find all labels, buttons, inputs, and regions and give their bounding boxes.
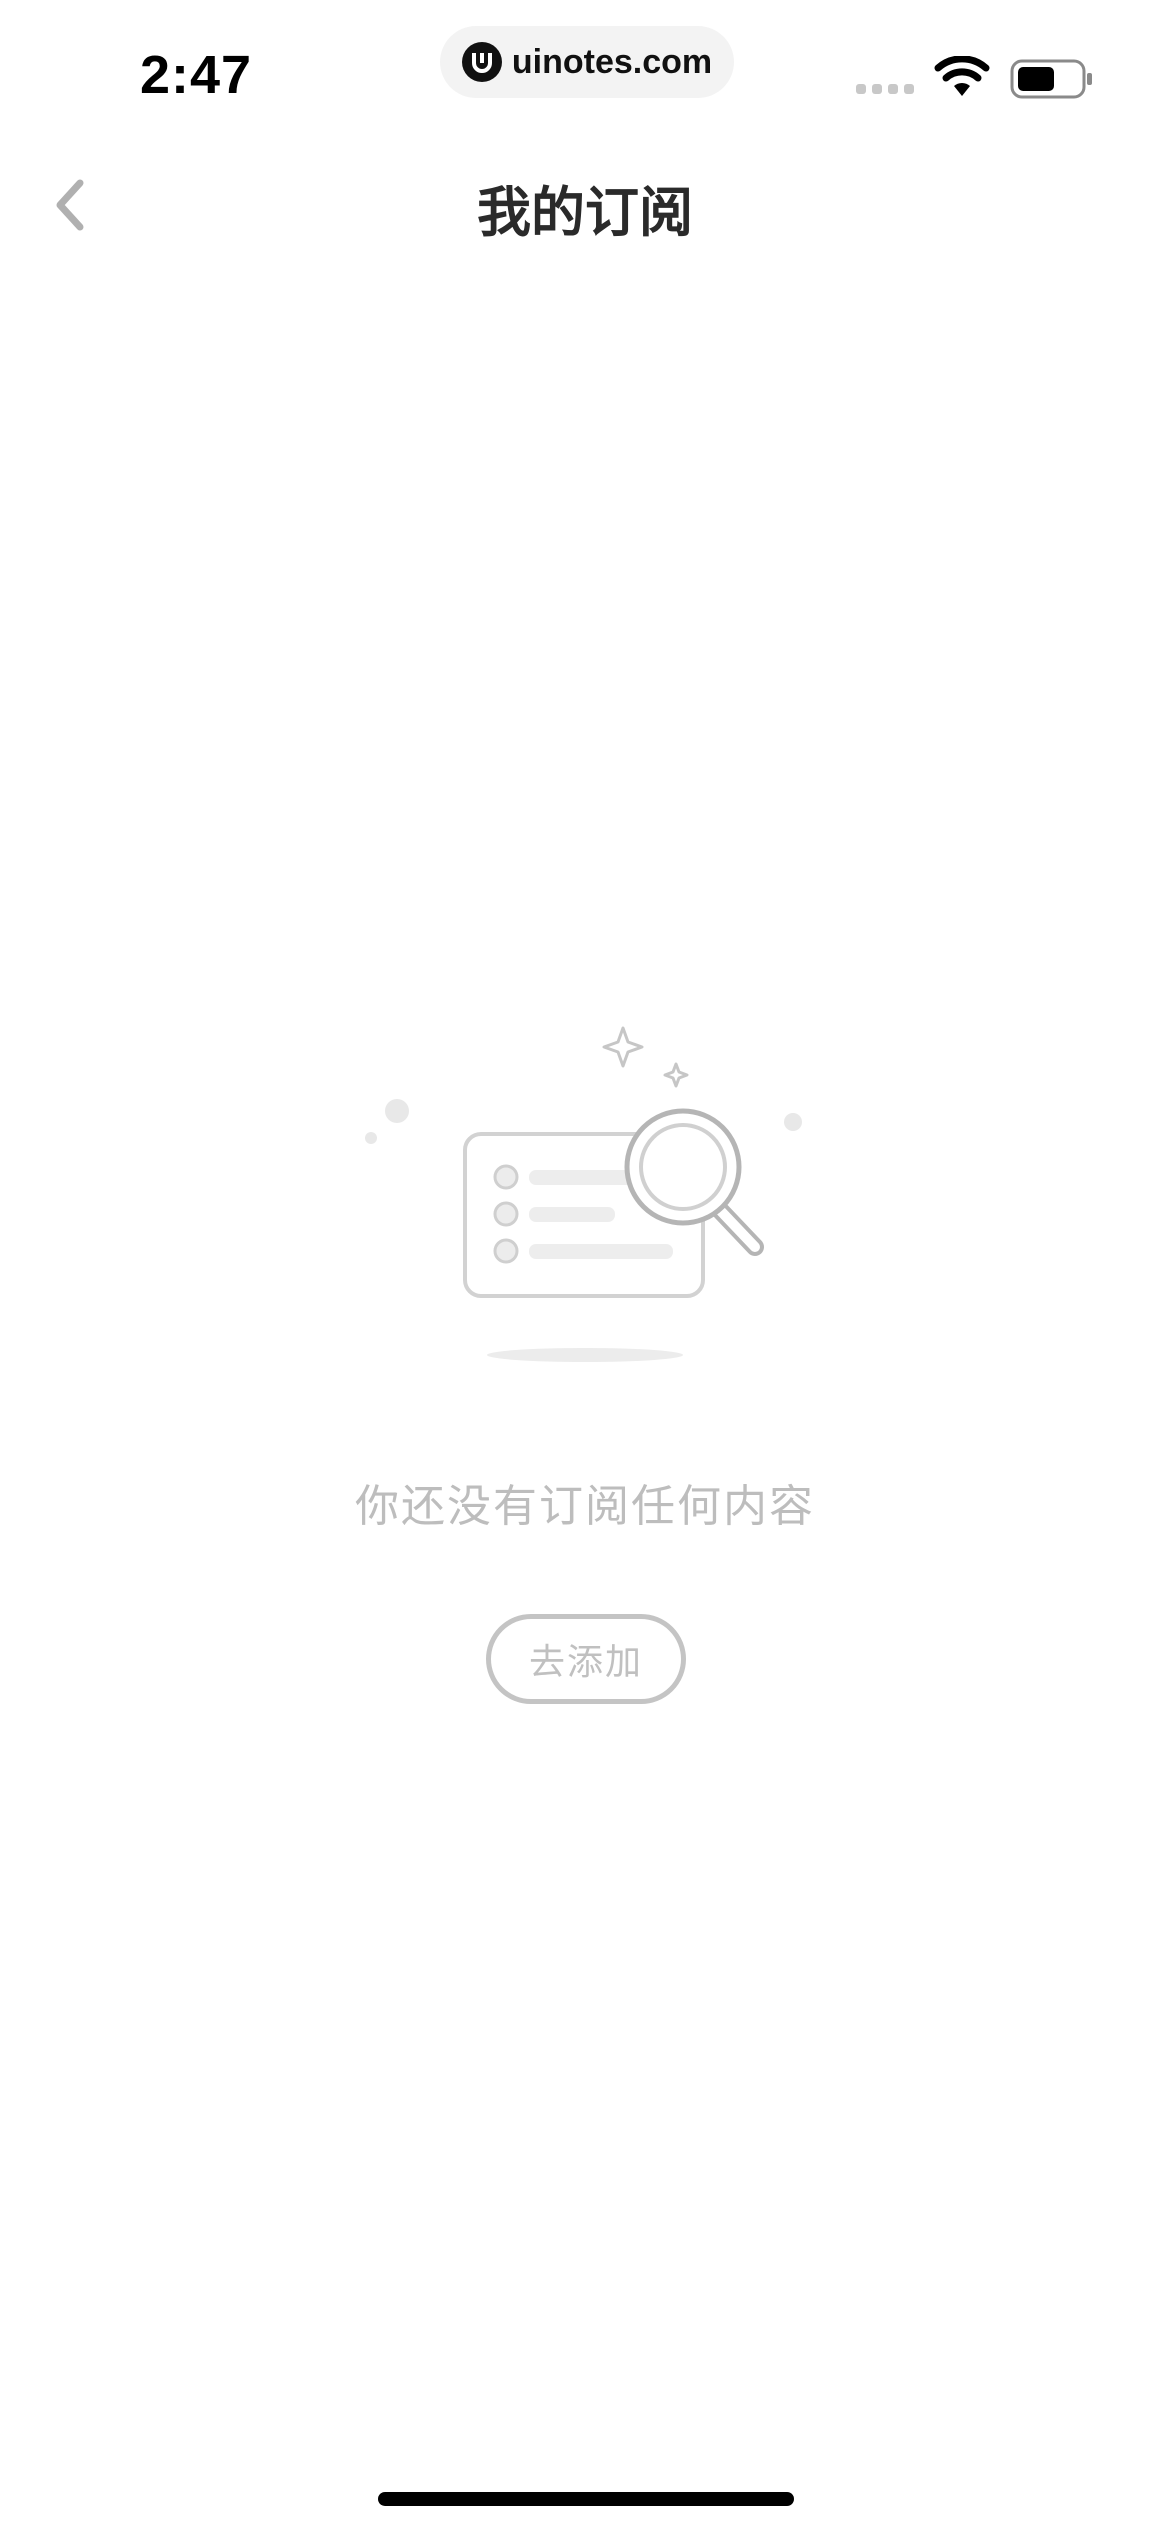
uinotes-logo-icon	[461, 42, 502, 82]
empty-list-magnifier-illustration	[365, 1026, 802, 1362]
add-subscription-button[interactable]: 去添加	[486, 1614, 686, 1704]
cellular-signal-icon	[856, 84, 914, 94]
url-pill[interactable]: uinotes.com	[440, 26, 734, 98]
url-text: uinotes.com	[511, 42, 713, 81]
wifi-icon	[934, 56, 990, 96]
status-time: 2:47	[140, 45, 253, 105]
page-title: 我的订阅	[477, 181, 693, 244]
battery-icon	[1010, 59, 1092, 99]
home-indicator[interactable]	[378, 2492, 794, 2506]
empty-state-message: 你还没有订阅任何内容	[355, 1481, 815, 1532]
status-bar: 2:47 uinotes.com	[0, 0, 1170, 130]
